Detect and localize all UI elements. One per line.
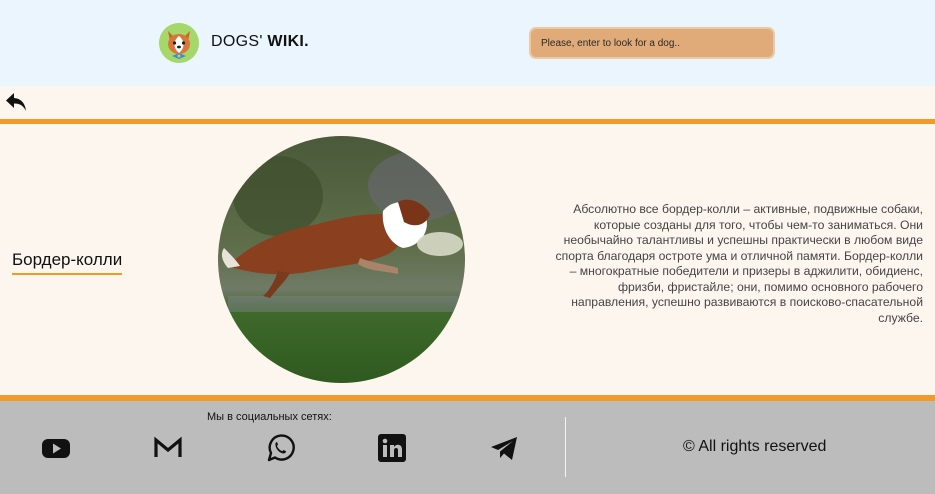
dog-photo xyxy=(218,136,465,383)
site-footer: Мы в социальных сетях: © All rights rese… xyxy=(0,401,935,494)
copyright-text: © All rights reserved xyxy=(683,438,827,455)
brand-bold-text: WIKI. xyxy=(267,33,309,50)
linkedin-icon[interactable] xyxy=(377,433,407,463)
breed-title: Бордер-колли xyxy=(12,250,123,275)
dog-logo-icon[interactable] xyxy=(159,23,199,63)
gmail-icon[interactable] xyxy=(153,433,183,463)
top-divider xyxy=(0,119,935,124)
youtube-icon[interactable] xyxy=(41,433,71,463)
brand-name[interactable]: DOGS' WIKI. xyxy=(211,33,309,51)
telegram-icon[interactable] xyxy=(489,433,519,463)
search-input[interactable] xyxy=(529,27,775,59)
back-arrow-icon[interactable] xyxy=(5,92,27,112)
breed-description: Абсолютно все бордер-колли – активные, п… xyxy=(555,202,924,325)
site-header: DOGS' WIKI. xyxy=(0,0,935,86)
social-title: Мы в социальных сетях: xyxy=(207,411,332,423)
brand-light-text: DOGS' xyxy=(211,33,268,50)
whatsapp-icon[interactable] xyxy=(265,433,295,463)
footer-divider xyxy=(565,417,566,477)
